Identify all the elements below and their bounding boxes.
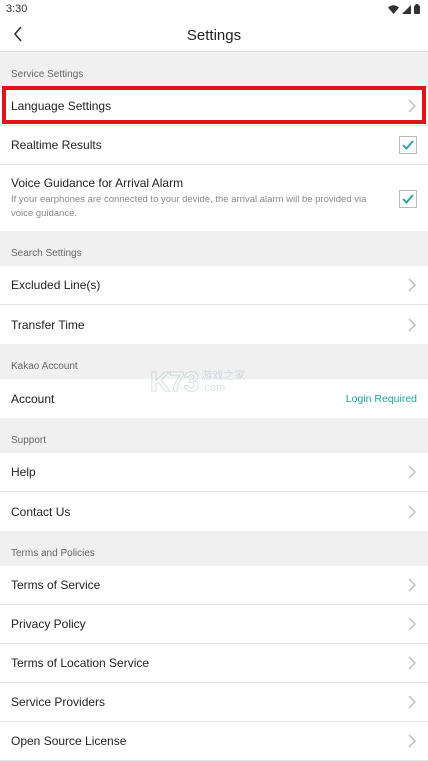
help-row[interactable]: Help	[0, 453, 428, 492]
excluded-lines-label: Excluded Line(s)	[11, 278, 101, 292]
status-time: 3:30	[6, 3, 28, 15]
account-row[interactable]: Account Login Required	[0, 379, 428, 418]
chevron-right-icon	[408, 505, 416, 518]
realtime-results-row[interactable]: Realtime Results	[0, 126, 428, 165]
section-header-kakao: Kakao Account	[0, 344, 428, 379]
chevron-right-icon	[408, 465, 416, 479]
privacy-policy-label: Privacy Policy	[11, 617, 86, 631]
service-providers-row[interactable]: Service Providers	[0, 683, 428, 722]
terms-of-service-label: Terms of Service	[11, 578, 101, 592]
language-settings-label: Language Settings	[11, 99, 112, 113]
chevron-right-icon	[408, 695, 416, 709]
language-settings-row[interactable]: Language Settings	[0, 87, 428, 126]
help-label: Help	[11, 465, 36, 479]
chevron-right-icon	[408, 99, 416, 113]
location-terms-row[interactable]: Terms of Location Service	[0, 644, 428, 683]
signal-icon	[402, 4, 411, 14]
transfer-time-row[interactable]: Transfer Time	[0, 305, 428, 344]
contact-us-label: Contact Us	[11, 504, 71, 519]
contact-us-row[interactable]: Contact Us	[0, 492, 428, 531]
status-icons	[388, 4, 420, 14]
location-terms-label: Terms of Location Service	[11, 656, 150, 670]
status-bar: 3:30	[0, 0, 428, 18]
realtime-checkbox[interactable]	[399, 136, 417, 154]
terms-of-service-row[interactable]: Terms of Service	[0, 566, 428, 605]
transfer-time-label: Transfer Time	[11, 317, 85, 332]
chevron-right-icon	[408, 656, 416, 670]
chevron-right-icon	[408, 734, 416, 748]
voice-guidance-description: If your earphones are connected to your …	[11, 194, 367, 219]
page-title: Settings	[186, 27, 242, 44]
section-header-search: Search Settings	[0, 231, 428, 266]
battery-icon	[414, 4, 420, 14]
open-source-license-label: Open Source License	[11, 734, 127, 748]
chevron-right-icon	[408, 278, 416, 292]
chevron-right-icon	[408, 617, 416, 631]
section-header-terms: Terms and Policies	[0, 531, 428, 566]
voice-guidance-label: Voice Guidance for Arrival Alarm	[11, 176, 184, 190]
privacy-policy-row[interactable]: Privacy Policy	[0, 605, 428, 644]
chevron-right-icon	[408, 578, 416, 592]
voice-guidance-checkbox[interactable]	[399, 190, 417, 208]
service-providers-label: Service Providers	[11, 695, 106, 709]
section-header-service: Service Settings	[0, 52, 428, 87]
chevron-right-icon	[408, 318, 416, 331]
voice-guidance-text: Voice Guidance for Arrival Alarm If your…	[11, 176, 399, 221]
excluded-lines-row[interactable]: Excluded Line(s)	[0, 266, 428, 305]
account-label: Account	[11, 391, 55, 406]
login-required-status: Login Required	[345, 392, 417, 405]
realtime-results-label: Realtime Results	[11, 138, 102, 152]
wifi-icon	[388, 4, 399, 14]
open-source-license-row[interactable]: Open Source License	[0, 722, 428, 761]
section-header-support: Support	[0, 418, 428, 453]
voice-guidance-row[interactable]: Voice Guidance for Arrival Alarm If your…	[0, 165, 428, 231]
app-bar: Settings	[0, 18, 428, 52]
